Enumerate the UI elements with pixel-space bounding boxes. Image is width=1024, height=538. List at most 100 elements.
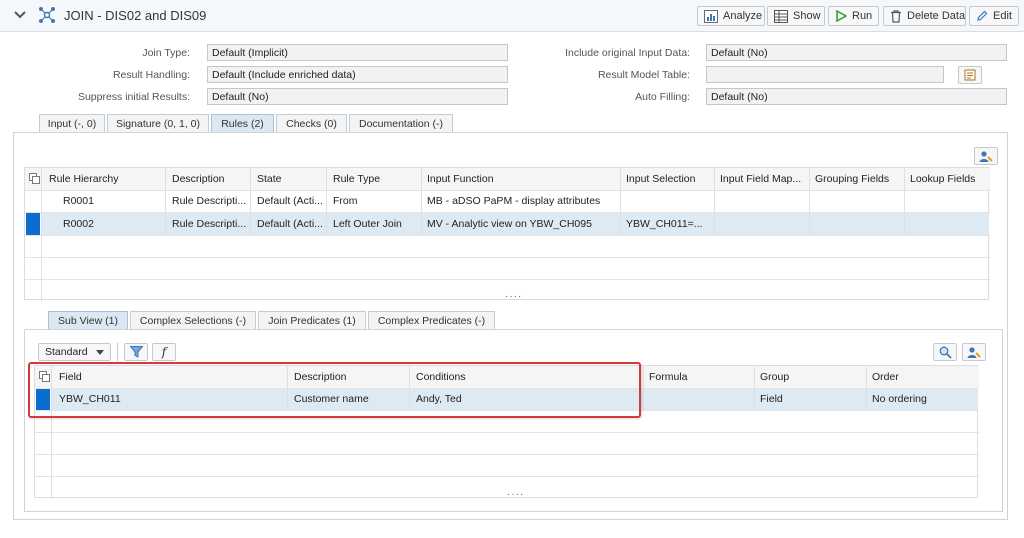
delete-data-button[interactable]: Delete Data <box>883 6 966 26</box>
col-input-function[interactable]: Input Function <box>421 168 621 190</box>
rules-cell[interactable]: Rule Descripti... <box>166 213 250 235</box>
chevron-down-icon[interactable] <box>12 7 28 23</box>
trash-icon <box>891 9 901 23</box>
subview-cell[interactable]: Andy, Ted <box>410 388 643 410</box>
search-button[interactable] <box>933 343 957 361</box>
result-handling-field[interactable]: Default (Include enriched data) <box>207 66 508 83</box>
filter-button[interactable] <box>124 343 148 361</box>
result-model-table-field[interactable] <box>706 66 944 83</box>
subview-cell[interactable]: Field <box>754 388 864 410</box>
grid-line <box>25 235 990 236</box>
edit-button[interactable]: Edit <box>969 6 1019 26</box>
subview-personalize-button[interactable] <box>962 343 986 361</box>
tab-complex-selections[interactable]: Complex Selections (-) <box>130 311 256 330</box>
user-settings-icon <box>979 150 993 162</box>
grid-line <box>35 410 979 411</box>
suppress-initial-results-field[interactable]: Default (No) <box>207 88 508 105</box>
subview-cell[interactable]: Customer name <box>288 388 409 410</box>
subview-cell[interactable]: No ordering <box>866 388 978 410</box>
personalize-button[interactable] <box>974 147 998 165</box>
dropdown-arrow-icon <box>95 349 104 355</box>
suppress-initial-results-label: Suppress initial Results: <box>77 91 190 103</box>
result-handling-label: Result Handling: <box>112 69 190 81</box>
show-button[interactable]: Show <box>767 6 825 26</box>
col-input-selection[interactable]: Input Selection <box>620 168 714 190</box>
rules-cell[interactable]: From <box>327 190 421 212</box>
tab-join-predicates[interactable]: Join Predicates (1) <box>258 311 366 330</box>
resize-handle[interactable]: ···· <box>505 291 522 302</box>
grid-line <box>25 279 990 280</box>
function-button[interactable]: f <box>152 343 176 361</box>
include-original-input-label: Include original Input Data: <box>565 47 690 59</box>
rules-cell[interactable]: R0001 <box>57 190 163 212</box>
rules-cell[interactable]: MB - aDSO PaPM - display attributes <box>421 190 620 212</box>
rules-cell[interactable]: Rule Descripti... <box>166 190 250 212</box>
col-order[interactable]: Order <box>866 366 978 388</box>
select-all-icon[interactable] <box>39 371 50 382</box>
tab-rules[interactable]: Rules (2) <box>211 114 274 133</box>
header-bar: JOIN - DIS02 and DIS09 Analyze Show Run … <box>0 0 1024 32</box>
grid-line <box>904 168 905 235</box>
tab-sub-view[interactable]: Sub View (1) <box>48 311 128 330</box>
value-help-button[interactable] <box>958 66 982 84</box>
table-icon <box>774 9 788 23</box>
include-original-input-field[interactable]: Default (No) <box>706 44 1007 61</box>
col-rule-type[interactable]: Rule Type <box>327 168 421 190</box>
tab-complex-predicates[interactable]: Complex Predicates (-) <box>368 311 495 330</box>
grid-line <box>809 168 810 235</box>
play-icon <box>836 10 847 22</box>
variant-select-value: Standard <box>45 346 88 358</box>
variant-select[interactable]: Standard <box>38 343 111 361</box>
rules-cell[interactable]: R0002 <box>57 213 163 235</box>
run-button[interactable]: Run <box>828 6 879 26</box>
col-grouping-fields[interactable]: Grouping Fields <box>809 168 904 190</box>
user-settings-icon <box>967 346 981 358</box>
col-field[interactable]: Field <box>53 366 287 388</box>
page-title: JOIN - DIS02 and DIS09 <box>64 8 207 23</box>
select-all-icon[interactable] <box>29 173 40 184</box>
toolbar-separator <box>117 343 118 361</box>
grid-line <box>41 168 42 301</box>
rules-cell[interactable]: YBW_CH011=... <box>620 213 714 235</box>
tab-checks[interactable]: Checks (0) <box>276 114 347 133</box>
col-conditions[interactable]: Conditions <box>410 366 644 388</box>
join-icon <box>39 7 55 23</box>
rules-cell[interactable]: Default (Acti... <box>251 213 326 235</box>
col-lookup-fields[interactable]: Lookup Fields <box>904 168 989 190</box>
bar-chart-icon <box>704 9 718 23</box>
rules-table: Rule Hierarchy Description State Rule Ty… <box>24 167 990 302</box>
result-model-table-label: Result Model Table: <box>597 69 690 81</box>
grid-line <box>35 476 979 477</box>
tab-input[interactable]: Input (-, 0) <box>39 114 105 133</box>
subview-cell[interactable]: YBW_CH011 <box>53 388 287 410</box>
col-description[interactable]: Description <box>166 168 250 190</box>
tab-signature[interactable]: Signature (0, 1, 0) <box>107 114 209 133</box>
join-type-field[interactable]: Default (Implicit) <box>207 44 508 61</box>
col-description[interactable]: Description <box>288 366 409 388</box>
grid-line <box>51 366 52 499</box>
col-state[interactable]: State <box>251 168 326 190</box>
filter-icon <box>129 346 143 358</box>
rules-cell[interactable]: MV - Analytic view on YBW_CH095 <box>421 213 620 235</box>
tab-documentation[interactable]: Documentation (-) <box>349 114 453 133</box>
resize-handle[interactable]: ···· <box>507 489 524 500</box>
auto-filling-label: Auto Filling: <box>635 91 690 103</box>
edit-button-label: Edit <box>993 10 1012 22</box>
rules-cell[interactable]: Left Outer Join <box>327 213 421 235</box>
analyze-button[interactable]: Analyze <box>697 6 765 26</box>
col-input-field-map[interactable]: Input Field Map... <box>714 168 809 190</box>
grid-line <box>643 366 644 410</box>
grid-line <box>25 257 990 258</box>
grid-line <box>714 168 715 235</box>
analyze-button-label: Analyze <box>723 10 763 22</box>
col-rule-hierarchy[interactable]: Rule Hierarchy <box>43 168 163 190</box>
delete-data-button-label: Delete Data <box>907 10 966 22</box>
auto-filling-field[interactable]: Default (No) <box>706 88 1007 105</box>
rules-cell[interactable]: Default (Acti... <box>251 190 326 212</box>
value-help-icon <box>964 69 976 81</box>
col-group[interactable]: Group <box>754 366 864 388</box>
col-formula[interactable]: Formula <box>643 366 753 388</box>
row-selector-selected[interactable] <box>36 388 50 410</box>
row-selector-selected[interactable] <box>26 212 40 235</box>
subview-table: Field Description Conditions Formula Gro… <box>34 365 979 500</box>
